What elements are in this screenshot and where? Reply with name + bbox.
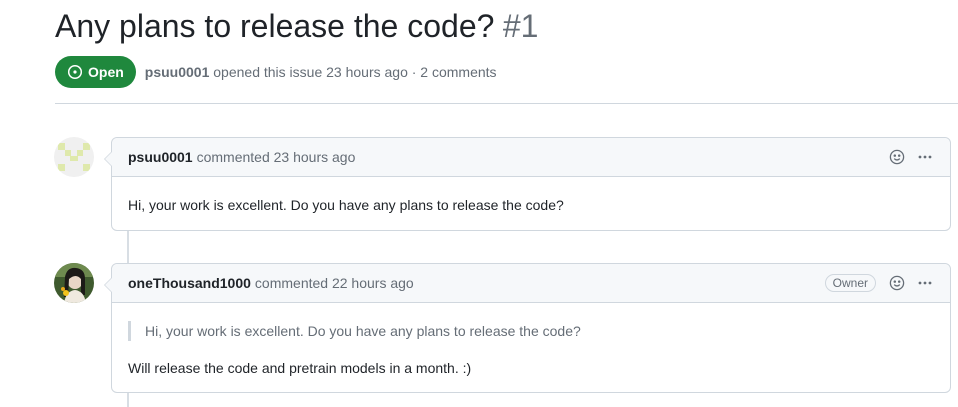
comment-body: Hi, your work is excellent. Do you have … (112, 195, 950, 215)
issue-title: Any plans to release the code? (55, 8, 495, 44)
comment-text: Hi, your work is excellent. Do you have … (128, 197, 564, 213)
issue-opened-text: opened this issue 23 hours ago · 2 comme… (213, 64, 497, 80)
comment-body: Hi, your work is excellent. Do you have … (112, 321, 950, 378)
issue-title-row: Any plans to release the code? #1 (55, 8, 538, 45)
comment-text: Will release the code and pretrain model… (128, 360, 472, 376)
issue-meta: Open psuu0001 opened this issue 23 hours… (55, 56, 497, 88)
avatar[interactable] (54, 137, 94, 177)
avatar[interactable] (54, 263, 94, 303)
comment: oneThousand1000 commented 22 hours ago O… (104, 263, 951, 393)
timeline-connector (127, 393, 129, 407)
kebab-horizontal-icon[interactable] (916, 148, 934, 166)
kebab-horizontal-icon[interactable] (916, 274, 934, 292)
issue-state-label: Open (88, 64, 124, 80)
comment: psuu0001 commented 23 hours ago Hi, your… (104, 137, 951, 231)
comment-quote: Hi, your work is excellent. Do you have … (128, 321, 934, 341)
timeline-connector (127, 231, 129, 263)
smiley-icon[interactable] (888, 274, 906, 292)
owner-badge: Owner (824, 274, 876, 292)
comment-header: psuu0001 commented 23 hours ago (112, 138, 950, 177)
issue-opened-icon (67, 64, 83, 80)
comment-author-link[interactable]: psuu0001 (128, 149, 193, 165)
comment-author-link[interactable]: oneThousand1000 (128, 275, 251, 291)
issue-meta-text: psuu0001 opened this issue 23 hours ago … (145, 64, 497, 80)
issue-author-link[interactable]: psuu0001 (145, 64, 210, 80)
issue-number: #1 (502, 8, 539, 44)
comment-timestamp[interactable]: commented 22 hours ago (255, 275, 414, 291)
issue-state-badge: Open (55, 56, 136, 88)
smiley-icon[interactable] (888, 148, 906, 166)
header-divider (55, 103, 958, 104)
comment-header: oneThousand1000 commented 22 hours ago O… (112, 264, 950, 303)
comment-timestamp[interactable]: commented 23 hours ago (197, 149, 356, 165)
